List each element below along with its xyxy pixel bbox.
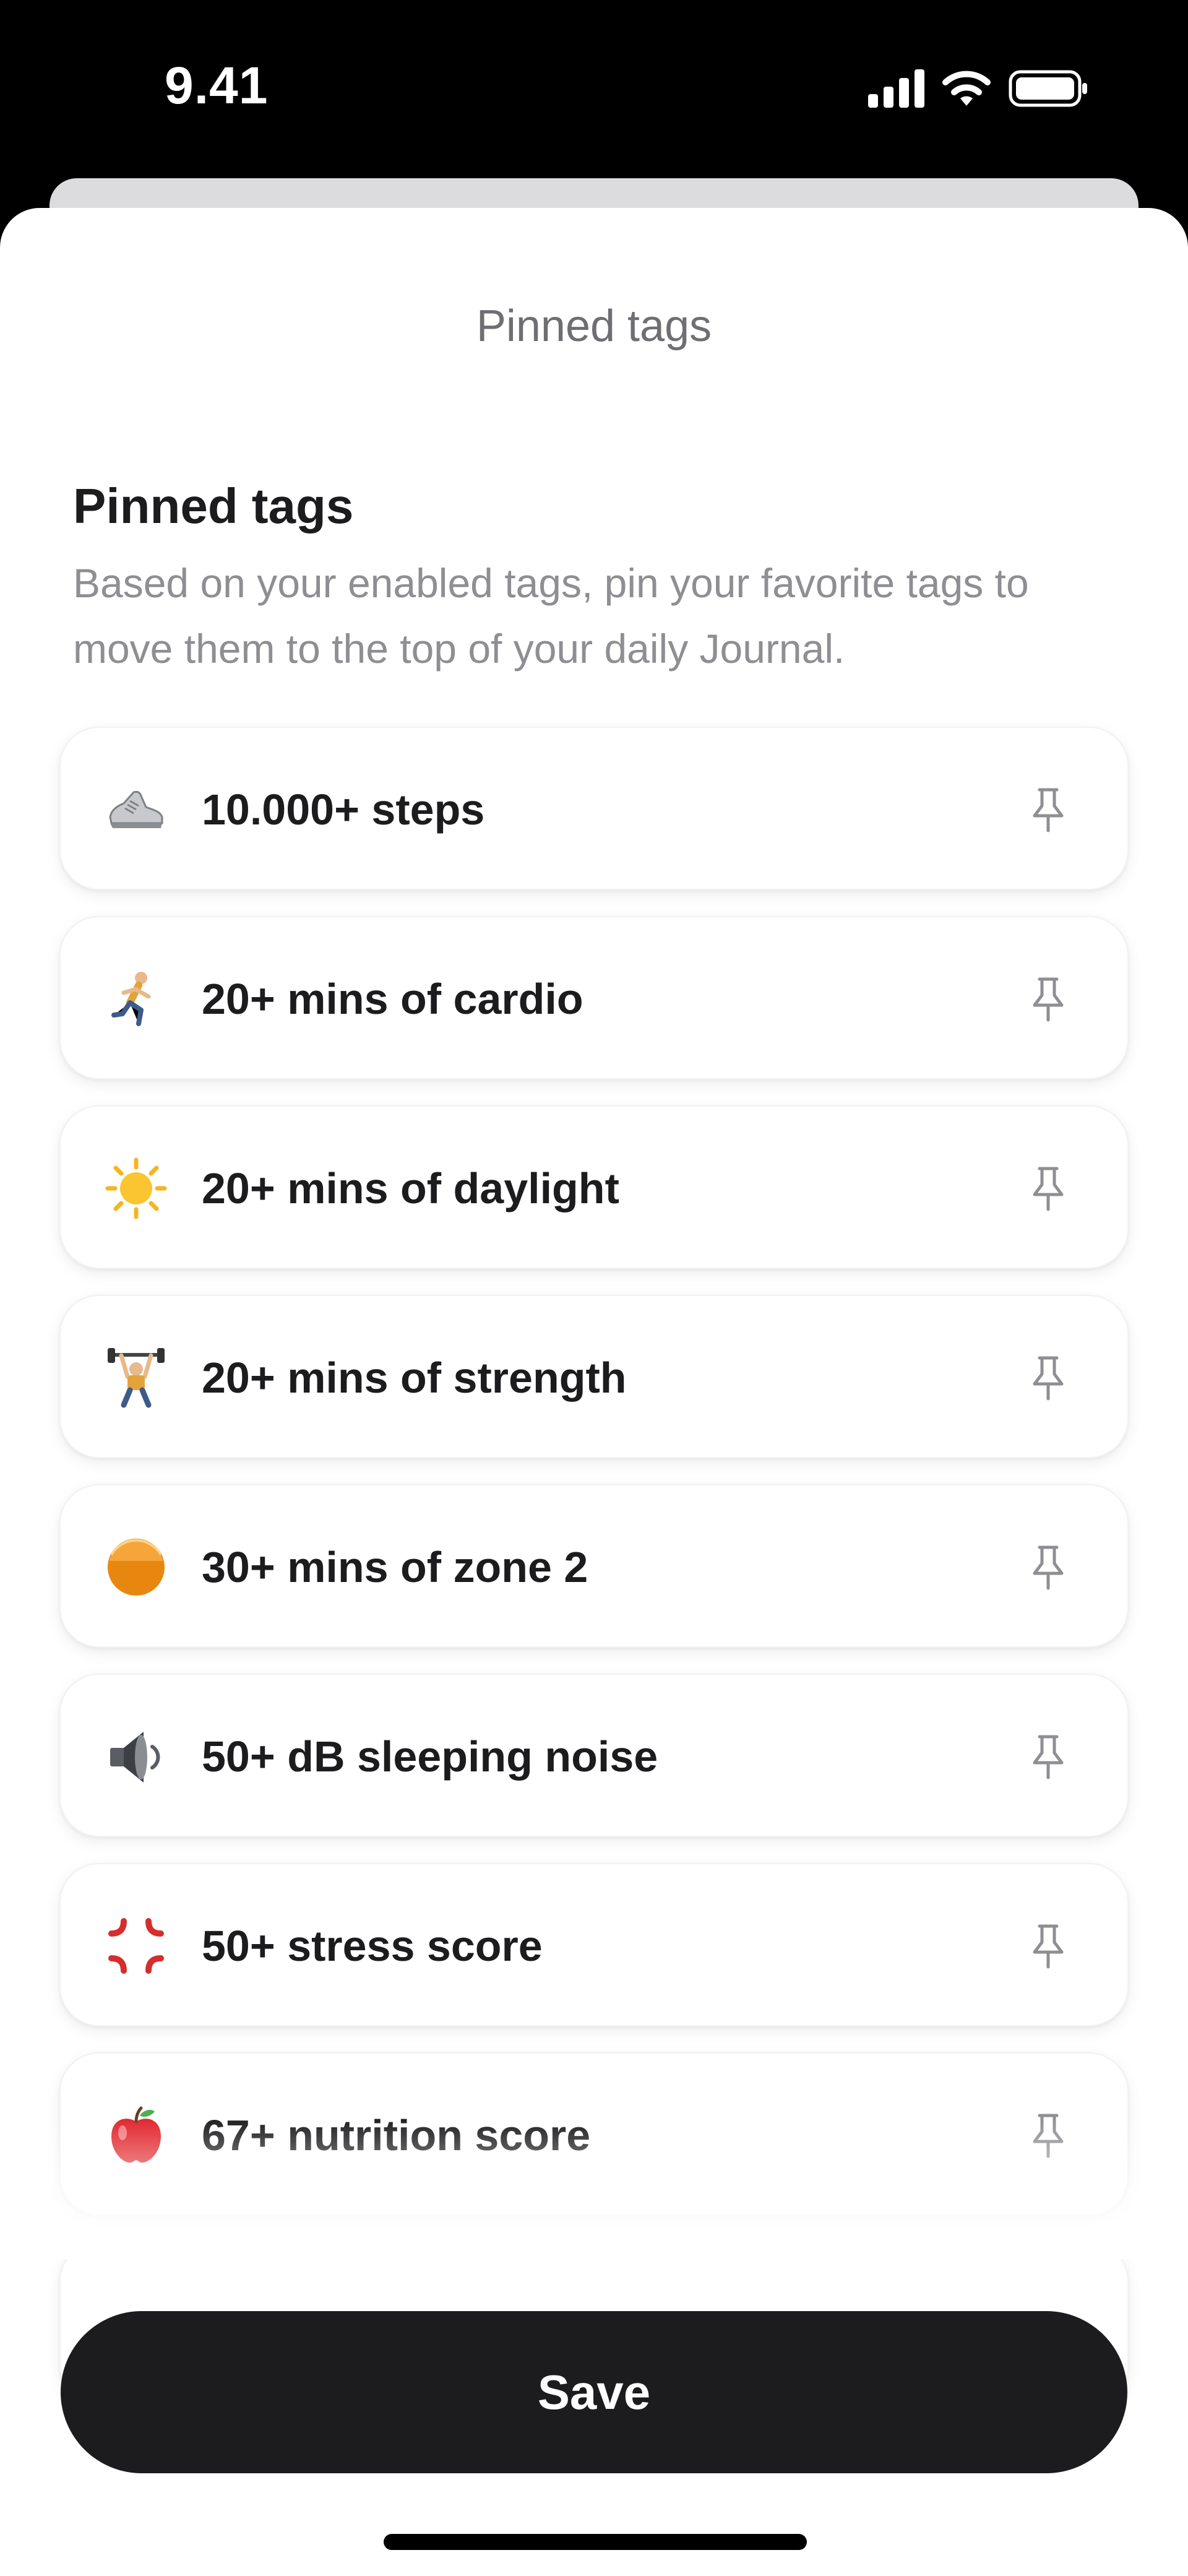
runner-icon <box>104 967 168 1031</box>
weightlifter-icon <box>104 1346 168 1410</box>
tag-label: 20+ mins of strength <box>202 1354 627 1402</box>
speaker-icon <box>104 1724 168 1789</box>
tag-label: 20+ mins of daylight <box>202 1164 619 1212</box>
cellular-signal-icon <box>868 69 924 108</box>
orange-circle-icon <box>104 1535 168 1599</box>
sneaker-icon <box>104 777 168 842</box>
anger-icon <box>104 1914 168 1978</box>
wifi-icon <box>942 71 991 106</box>
pin-icon[interactable] <box>1023 1164 1073 1213</box>
tag-item-10000-steps[interactable]: 10.000+ steps <box>59 727 1129 890</box>
save-button[interactable]: Save <box>61 2311 1127 2473</box>
tag-label: 50+ stress score <box>202 1922 543 1970</box>
pin-icon[interactable] <box>1023 974 1073 1024</box>
pin-icon[interactable] <box>1023 1353 1073 1403</box>
home-indicator <box>384 2534 807 2550</box>
pin-icon[interactable] <box>1023 1542 1073 1592</box>
tag-label: 30+ mins of zone 2 <box>202 1543 588 1591</box>
tag-item-stress-score[interactable]: 50+ stress score <box>59 1863 1129 2026</box>
section-title: Pinned tags <box>73 478 354 534</box>
tag-item-zone-2[interactable]: 30+ mins of zone 2 <box>59 1484 1129 1648</box>
list-fade-overlay <box>0 2117 1188 2259</box>
tag-label: 10.000+ steps <box>202 785 485 834</box>
status-time: 9.41 <box>165 56 269 115</box>
tag-item-strength[interactable]: 20+ mins of strength <box>59 1295 1129 1458</box>
tag-item-cardio[interactable]: 20+ mins of cardio <box>59 916 1129 1079</box>
tag-label: 20+ mins of cardio <box>202 975 583 1023</box>
status-icons <box>868 64 1089 113</box>
pin-icon[interactable] <box>1023 1921 1073 1971</box>
battery-icon <box>1009 70 1087 107</box>
section-description: Based on your enabled tags, pin your fav… <box>73 560 1029 672</box>
tag-label: 50+ dB sleeping noise <box>202 1732 658 1781</box>
sheet-header-title: Pinned tags <box>476 301 712 351</box>
pin-icon[interactable] <box>1023 1732 1073 1781</box>
tag-item-daylight[interactable]: 20+ mins of daylight <box>59 1105 1129 1269</box>
sun-icon <box>104 1156 168 1221</box>
tag-item-sleeping-noise[interactable]: 50+ dB sleeping noise <box>59 1674 1129 1837</box>
pin-icon[interactable] <box>1023 785 1073 834</box>
